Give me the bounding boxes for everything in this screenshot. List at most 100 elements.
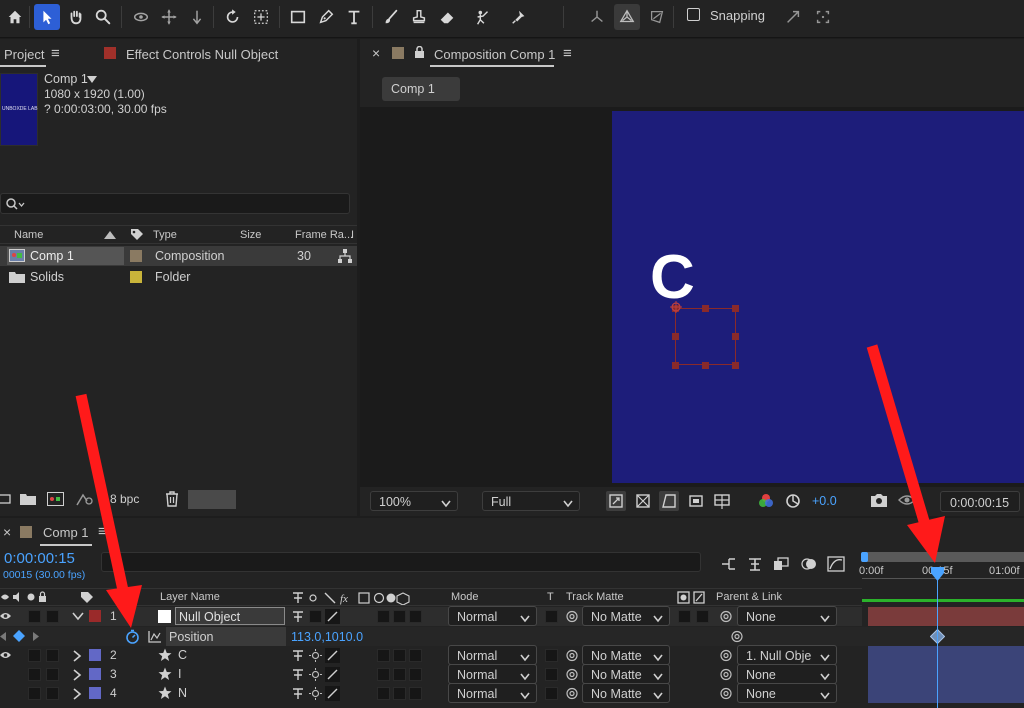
parent-dropdown[interactable]: 1. Null Obje bbox=[737, 645, 837, 665]
anchor-point-tool-icon[interactable] bbox=[248, 4, 274, 30]
column-frame-rate[interactable]: Frame Ra... bbox=[295, 229, 353, 241]
label-color-swatch[interactable] bbox=[130, 250, 142, 262]
column-name[interactable]: Name bbox=[14, 229, 43, 241]
lock-checkbox[interactable] bbox=[46, 668, 59, 681]
current-time-display[interactable]: 0:00:00:15 bbox=[4, 550, 75, 567]
pickwhip-icon[interactable] bbox=[565, 649, 579, 662]
dolly-camera-icon[interactable] bbox=[184, 4, 210, 30]
orbit-camera-icon[interactable] bbox=[128, 4, 154, 30]
motion-blur-switch[interactable] bbox=[377, 649, 390, 662]
composition-canvas[interactable]: C bbox=[612, 111, 1024, 483]
motion-blur-switch[interactable] bbox=[377, 610, 390, 623]
twirl-collapsed-icon[interactable] bbox=[72, 669, 82, 681]
parent-pickwhip-icon[interactable] bbox=[719, 668, 733, 681]
column-type[interactable]: Type bbox=[153, 229, 177, 241]
comp-timecode-field[interactable]: 0:00:00:15 bbox=[940, 491, 1020, 512]
snapping-checkbox[interactable] bbox=[687, 8, 700, 21]
composition-panel-menu-icon[interactable]: ≡ bbox=[563, 45, 572, 62]
track-matte-dropdown[interactable]: No Matte bbox=[582, 664, 670, 684]
layer-name[interactable]: C bbox=[178, 648, 187, 662]
parent-pickwhip-icon[interactable] bbox=[719, 687, 733, 700]
home-icon[interactable] bbox=[2, 4, 28, 30]
hand-tool-icon[interactable] bbox=[63, 4, 89, 30]
eye-icon[interactable] bbox=[0, 650, 11, 660]
prev-keyframe-icon[interactable] bbox=[0, 632, 6, 641]
quality-switch[interactable] bbox=[325, 667, 340, 682]
axis-view-icon[interactable] bbox=[644, 4, 670, 30]
track-matte-dropdown[interactable]: No Matte bbox=[582, 645, 670, 665]
solo-checkbox[interactable] bbox=[28, 668, 41, 681]
motion-blur-switch[interactable] bbox=[377, 668, 390, 681]
layer-label-color[interactable] bbox=[89, 668, 101, 680]
snap-expand-icon[interactable] bbox=[780, 4, 806, 30]
draft-3d-icon[interactable] bbox=[746, 556, 764, 572]
twirl-expanded-icon[interactable] bbox=[72, 611, 84, 621]
matte-invert-checkbox[interactable] bbox=[696, 610, 709, 623]
composition-mini-flowchart-icon[interactable] bbox=[720, 556, 738, 572]
timeline-panel-menu-icon[interactable]: ≡ bbox=[98, 523, 107, 540]
3d-layer-switch[interactable] bbox=[409, 649, 422, 662]
comp-flowchart-icon[interactable] bbox=[75, 491, 95, 507]
rotate-tool-icon[interactable] bbox=[220, 4, 246, 30]
handle-mr[interactable] bbox=[732, 333, 739, 340]
preserve-transparency-checkbox[interactable] bbox=[545, 668, 558, 681]
label-tag-icon[interactable] bbox=[130, 228, 144, 242]
matte-alpha-checkbox[interactable] bbox=[678, 610, 691, 623]
adjustment-switch[interactable] bbox=[393, 687, 406, 700]
close-icon[interactable]: × bbox=[372, 45, 380, 61]
zoom-tool-icon[interactable] bbox=[90, 4, 116, 30]
composition-tab[interactable]: Composition Comp 1 bbox=[434, 47, 555, 62]
pickwhip-icon[interactable] bbox=[565, 610, 579, 623]
lock-checkbox[interactable] bbox=[46, 610, 59, 623]
twirl-collapsed-icon[interactable] bbox=[72, 688, 82, 700]
preserve-transparency-checkbox[interactable] bbox=[545, 687, 558, 700]
brush-tool-icon[interactable] bbox=[378, 4, 404, 30]
grid-guides-icon[interactable] bbox=[712, 491, 732, 511]
stopwatch-icon[interactable] bbox=[125, 629, 140, 644]
zoom-dropdown[interactable]: 100% bbox=[370, 491, 458, 511]
snap-grid-icon[interactable] bbox=[810, 4, 836, 30]
quality-switch[interactable] bbox=[325, 686, 340, 701]
layer-row-3[interactable]: 3 I Normal No Matte None bbox=[0, 664, 862, 684]
lock-checkbox[interactable] bbox=[46, 649, 59, 662]
collapse-switch-icon[interactable] bbox=[309, 668, 322, 681]
shy-switch-icon[interactable] bbox=[291, 649, 305, 662]
interpret-footage-icon[interactable] bbox=[0, 492, 12, 506]
column-layer-name[interactable]: Layer Name bbox=[160, 591, 220, 603]
expression-pickwhip-icon[interactable] bbox=[730, 630, 744, 643]
snapshot-camera-icon[interactable] bbox=[870, 492, 888, 508]
project-search-input[interactable] bbox=[0, 193, 350, 214]
eraser-tool-icon[interactable] bbox=[434, 4, 460, 30]
project-item-solids[interactable]: Solids Folder bbox=[0, 267, 357, 287]
position-property-row[interactable]: Position 113.0,1010.0 bbox=[0, 627, 862, 646]
collapse-switch-icon[interactable] bbox=[309, 687, 322, 700]
timeline-comp-tab[interactable]: Comp 1 bbox=[43, 525, 89, 540]
work-area-start-handle[interactable] bbox=[861, 552, 868, 562]
project-panel-menu-icon[interactable]: ≡ bbox=[51, 45, 60, 62]
column-parent-link[interactable]: Parent & Link bbox=[716, 591, 782, 603]
position-value[interactable]: 113.0,1010.0 bbox=[291, 630, 363, 644]
effect-controls-tab[interactable]: Effect Controls Null Object bbox=[126, 47, 278, 62]
reset-exposure-icon[interactable] bbox=[783, 491, 803, 511]
layer-bar-2[interactable] bbox=[868, 646, 1024, 665]
layer-label-color[interactable] bbox=[89, 649, 101, 661]
new-folder-icon[interactable] bbox=[20, 492, 36, 506]
parent-pickwhip-icon[interactable] bbox=[719, 649, 733, 662]
show-snapshot-icon[interactable] bbox=[898, 492, 916, 508]
parent-dropdown[interactable]: None bbox=[737, 606, 837, 626]
layer-name[interactable]: I bbox=[178, 667, 181, 681]
selection-tool-icon[interactable] bbox=[34, 4, 60, 30]
flowchart-icon[interactable] bbox=[338, 249, 352, 263]
pan-camera-icon[interactable] bbox=[156, 4, 182, 30]
track-matte-dropdown[interactable]: No Matte bbox=[582, 683, 670, 703]
sort-up-icon[interactable] bbox=[104, 231, 116, 239]
adjustment-switch[interactable] bbox=[393, 610, 406, 623]
comp-subtab[interactable]: Comp 1 bbox=[382, 77, 460, 101]
3d-layer-switch[interactable] bbox=[409, 687, 422, 700]
layer-name-field[interactable]: Null Object bbox=[175, 607, 285, 625]
shy-switch-icon[interactable] bbox=[291, 610, 305, 623]
exposure-value[interactable]: +0.0 bbox=[812, 494, 837, 508]
anchor-point-icon[interactable] bbox=[670, 301, 682, 313]
layer-bar-3[interactable] bbox=[868, 665, 1024, 684]
3d-layer-switch[interactable] bbox=[409, 610, 422, 623]
